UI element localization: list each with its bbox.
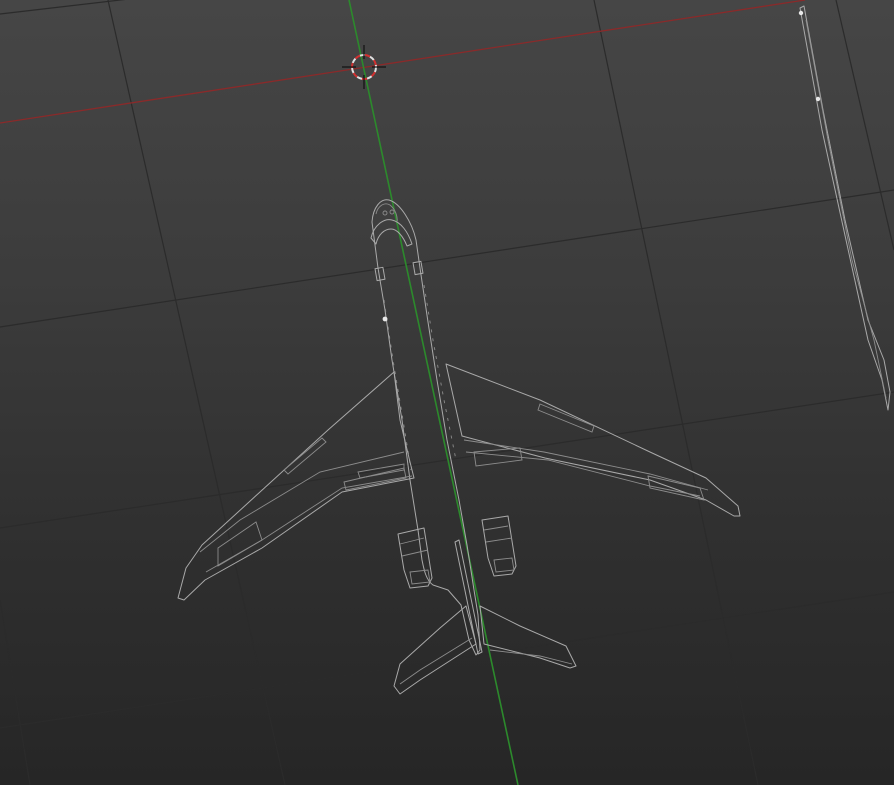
right-wing-slat bbox=[463, 439, 709, 491]
profile-outline bbox=[799, 5, 891, 411]
left-horizontal-stabilizer bbox=[393, 605, 477, 695]
right-engine bbox=[481, 515, 517, 577]
grid-line-v bbox=[835, 0, 894, 251]
viewport-scene bbox=[0, 0, 894, 785]
left-engine-intake bbox=[399, 537, 429, 557]
nose-detail bbox=[389, 209, 395, 215]
right-engine-intake bbox=[483, 525, 513, 543]
left-wing-slat bbox=[205, 475, 413, 573]
side-profile-wireframe[interactable] bbox=[798, 5, 891, 411]
cockpit-window bbox=[370, 219, 413, 247]
y-axis-line bbox=[348, 0, 519, 785]
floor-grid bbox=[0, 0, 894, 785]
grid-line-h bbox=[0, 591, 894, 729]
right-engine-exhaust bbox=[493, 557, 515, 573]
right-wing bbox=[445, 363, 741, 517]
grid-line-v bbox=[107, 0, 286, 785]
left-elevator bbox=[399, 637, 473, 685]
right-wing-fence bbox=[537, 403, 595, 433]
left-wing-fence bbox=[283, 437, 327, 475]
3d-viewport[interactable] bbox=[0, 0, 894, 785]
left-wing-flap bbox=[199, 451, 405, 553]
x-axis-line bbox=[0, 0, 806, 124]
window-row-left bbox=[383, 299, 412, 471]
left-aileron bbox=[217, 521, 263, 567]
grid-line-v bbox=[593, 0, 759, 785]
left-flap-track bbox=[357, 463, 405, 479]
profile-inner bbox=[805, 19, 887, 399]
selected-vertex-icon[interactable] bbox=[382, 316, 388, 322]
left-engine bbox=[397, 527, 433, 589]
nose-detail bbox=[382, 210, 388, 216]
grid-line-h bbox=[0, 391, 894, 529]
profile-vertex[interactable] bbox=[815, 96, 821, 102]
grid-line-h bbox=[0, 189, 894, 328]
aircraft-wireframe[interactable] bbox=[177, 199, 741, 695]
grid-line-v bbox=[0, 599, 31, 785]
profile-vertex[interactable] bbox=[798, 10, 804, 16]
right-horizontal-stabilizer bbox=[479, 605, 577, 669]
